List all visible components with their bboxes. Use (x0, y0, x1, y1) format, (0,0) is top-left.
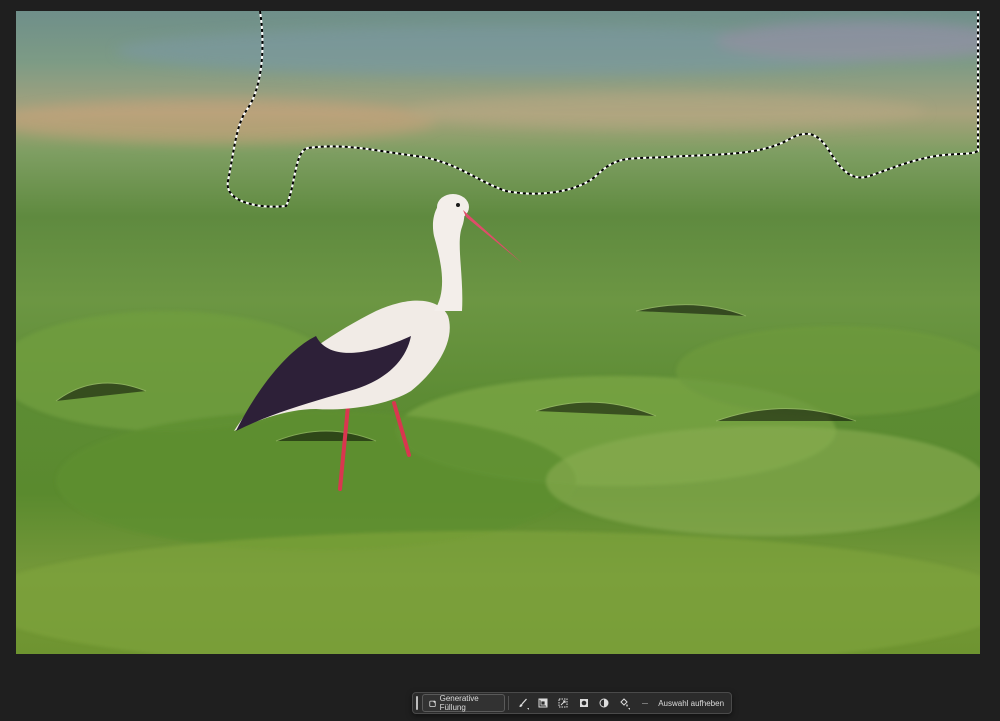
mask-icon (579, 699, 588, 707)
invert-selection-button[interactable] (534, 694, 553, 712)
document-canvas[interactable] (16, 11, 980, 654)
transform-icon (558, 698, 568, 708)
invert-selection-icon (538, 698, 548, 708)
adjustment-layer-button[interactable] (594, 694, 613, 712)
chevron-down-icon (526, 708, 529, 710)
fill-icon (620, 698, 629, 707)
create-mask-button[interactable] (574, 694, 593, 712)
transform-selection-button[interactable] (554, 694, 573, 712)
generative-fill-button[interactable]: Generative Füllung (421, 694, 506, 712)
brush-icon (519, 698, 527, 707)
generative-fill-label: Generative Füllung (439, 694, 479, 712)
contextual-taskbar: Generative Füllung ··· Auswahl aufheben (412, 692, 732, 714)
stork-photo (16, 11, 980, 654)
more-options-button[interactable]: ··· (635, 694, 654, 712)
taskbar-divider (508, 696, 510, 710)
deselect-button[interactable]: Auswahl aufheben (654, 699, 728, 708)
adjustment-icon (599, 698, 609, 708)
modify-selection-button[interactable] (513, 694, 532, 712)
generative-fill-icon (429, 699, 436, 707)
canvas-area[interactable]: Generative Füllung ··· Auswahl aufheben (0, 0, 1000, 721)
chevron-down-icon (627, 708, 630, 710)
fill-selection-button[interactable] (615, 694, 634, 712)
taskbar-grip-handle[interactable] (416, 696, 418, 710)
more-options-icon: ··· (641, 698, 649, 708)
